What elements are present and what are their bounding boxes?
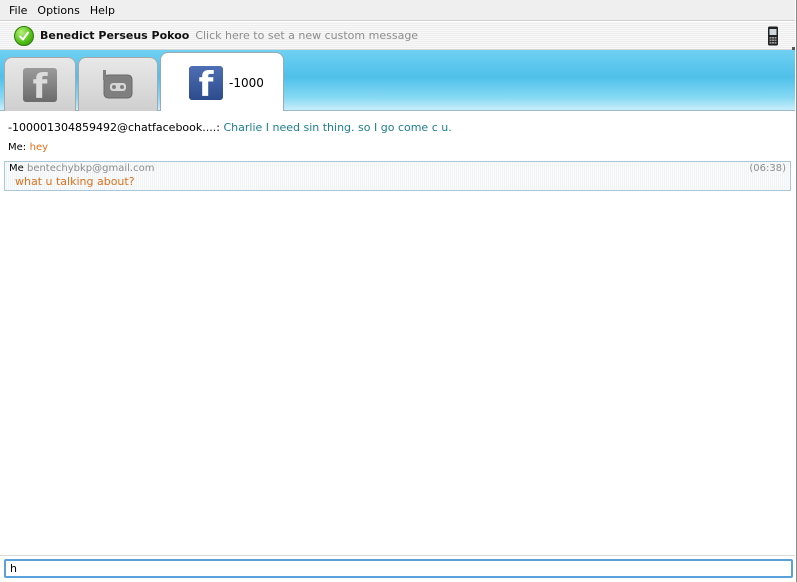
message-block: Me bentechybkp@gmail.com (06:38) what u … bbox=[4, 161, 791, 191]
input-area bbox=[0, 555, 795, 582]
menu-options[interactable]: Options bbox=[32, 4, 84, 17]
chat-window: File Options Help Benedict Perseus Pokoo… bbox=[0, 0, 797, 582]
tab-facebook[interactable]: f bbox=[4, 57, 76, 111]
phone-icon[interactable] bbox=[767, 26, 779, 46]
chat-history[interactable]: -100001304859492@chatfacebook....: Charl… bbox=[0, 111, 795, 555]
chat-bubble-icon bbox=[103, 69, 133, 98]
menu-file[interactable]: File bbox=[4, 4, 32, 17]
status-bar: Benedict Perseus Pokoo Click here to set… bbox=[0, 22, 795, 67]
message-text: Charlie I need sin thing. so I go come c… bbox=[223, 121, 452, 134]
tab-label: -1000 bbox=[229, 75, 264, 90]
outgoing-message: Me: hey bbox=[0, 140, 795, 155]
me-label: Me bbox=[9, 163, 24, 174]
me-label: Me: bbox=[8, 142, 27, 153]
incoming-message: -100001304859492@chatfacebook....: Charl… bbox=[0, 121, 795, 135]
tab-chat[interactable] bbox=[78, 57, 158, 111]
message-text: what u talking about? bbox=[15, 175, 135, 188]
custom-message-link[interactable]: Click here to set a new custom message bbox=[195, 29, 418, 42]
sender-email: bentechybkp@gmail.com bbox=[26, 163, 155, 174]
message-text: hey bbox=[29, 142, 49, 153]
message-input[interactable] bbox=[4, 559, 793, 578]
message-sender: -100001304859492@chatfacebook....: bbox=[8, 121, 220, 134]
menu-help[interactable]: Help bbox=[85, 4, 120, 17]
message-block-header: Me bentechybkp@gmail.com bbox=[9, 163, 786, 175]
message-timestamp: (06:38) bbox=[749, 163, 786, 174]
tab-active-conversation[interactable]: f -1000 bbox=[160, 52, 284, 112]
menu-bar: File Options Help bbox=[0, 0, 795, 21]
facebook-icon: f bbox=[23, 67, 57, 102]
facebook-icon: f bbox=[189, 65, 223, 100]
check-mark-glyph bbox=[19, 31, 29, 40]
check-icon[interactable] bbox=[14, 25, 34, 46]
tab-strip: f f -1000 bbox=[0, 50, 795, 112]
user-display-name: Benedict Perseus Pokoo bbox=[40, 29, 190, 42]
